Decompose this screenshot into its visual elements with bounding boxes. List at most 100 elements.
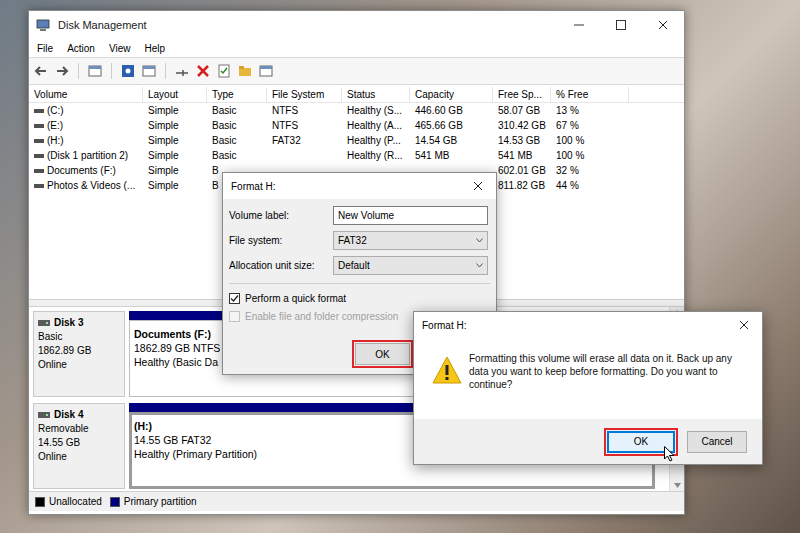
column-header[interactable]: Layout xyxy=(143,87,207,102)
dialog-close-button[interactable] xyxy=(734,315,754,335)
ok-button[interactable]: OK xyxy=(355,343,410,365)
column-header[interactable]: % Free xyxy=(551,87,629,102)
table-cell: (H:) xyxy=(29,133,143,148)
view-icon[interactable] xyxy=(141,63,157,79)
toolbar xyxy=(29,57,684,85)
checkbox xyxy=(229,311,240,322)
menu-item[interactable]: File xyxy=(37,41,53,56)
delete-icon[interactable] xyxy=(195,63,211,79)
dialog-footer: OKCancel xyxy=(414,419,762,464)
disk-icon xyxy=(38,411,50,419)
field-label: Allocation unit size: xyxy=(229,258,333,273)
forward-icon[interactable] xyxy=(54,63,70,79)
chevron-down-icon xyxy=(476,238,483,243)
dropdown[interactable]: Default xyxy=(333,256,488,275)
field-label: Volume label: xyxy=(229,208,333,223)
disk-name: Disk 3 xyxy=(54,316,83,330)
table-cell: NTFS xyxy=(267,118,342,133)
dialog-title-bar: Format H: xyxy=(414,312,762,338)
table-cell: 100 % xyxy=(551,148,629,163)
desktop: Disk Management File Action View Help VolumeL… xyxy=(0,0,800,533)
table-cell: 58.07 GB xyxy=(493,103,551,118)
disk-type: Removable xyxy=(38,422,120,436)
table-cell: 32 % xyxy=(551,163,629,178)
close-button[interactable] xyxy=(642,11,684,39)
menu-item[interactable]: View xyxy=(109,41,131,56)
table-cell: 14.54 GB xyxy=(410,133,493,148)
table-cell: 44 % xyxy=(551,178,629,193)
table-cell: 67 % xyxy=(551,118,629,133)
table-cell: 446.60 GB xyxy=(410,103,493,118)
column-header[interactable]: Capacity xyxy=(410,87,493,102)
legend-swatch xyxy=(35,497,45,507)
folder-icon[interactable] xyxy=(237,63,253,79)
table-cell: Basic xyxy=(207,118,267,133)
disk-size: 1862.89 GB xyxy=(38,344,120,358)
table-cell: (C:) xyxy=(29,103,143,118)
table-cell: 310.42 GB xyxy=(493,118,551,133)
table-row[interactable]: (E:)SimpleBasicNTFSHealthy (A...465.66 G… xyxy=(29,118,684,133)
table-cell: NTFS xyxy=(267,103,342,118)
warning-icon xyxy=(432,356,462,384)
close-window-icon xyxy=(658,20,668,30)
drive-icon xyxy=(34,123,44,129)
column-header[interactable]: Free Sp... xyxy=(493,87,551,102)
table-row[interactable]: (Disk 1 partition 2)SimpleBasicHealthy (… xyxy=(29,148,684,163)
table-cell: Simple xyxy=(143,163,207,178)
checkbox-row[interactable]: Perform a quick format xyxy=(229,290,490,306)
dialog-title-bar: Format H: xyxy=(223,173,496,199)
column-header[interactable]: Type xyxy=(207,87,267,102)
column-header[interactable]: File System xyxy=(267,87,342,102)
disk-label: Disk 3Basic1862.89 GBOnline xyxy=(33,311,125,397)
legend: UnallocatedPrimary partition xyxy=(29,491,684,511)
table-cell: Basic xyxy=(207,148,267,163)
title-bar: Disk Management xyxy=(29,11,684,39)
chevron-down-icon xyxy=(476,263,483,268)
column-header[interactable]: Volume xyxy=(29,87,143,102)
table-row[interactable]: (H:)SimpleBasicFAT32Healthy (P...14.54 G… xyxy=(29,133,684,148)
menu-bar: File Action View Help xyxy=(29,39,684,57)
table-cell: Healthy (P... xyxy=(342,133,410,148)
table-row[interactable]: (C:)SimpleBasicNTFSHealthy (S...446.60 G… xyxy=(29,103,684,118)
close-icon xyxy=(473,181,483,191)
menu-item[interactable]: Help xyxy=(144,41,165,56)
connect-icon[interactable] xyxy=(174,63,190,79)
maximize-button[interactable] xyxy=(600,11,642,39)
column-header[interactable]: Status xyxy=(342,87,410,102)
drive-icon xyxy=(34,168,44,174)
table-cell: FAT32 xyxy=(267,133,342,148)
table-header: VolumeLayoutTypeFile SystemStatusCapacit… xyxy=(29,87,684,103)
table-cell: 100 % xyxy=(551,133,629,148)
menu-item[interactable]: Action xyxy=(67,41,95,56)
properties-icon[interactable] xyxy=(216,63,232,79)
table-cell: Healthy (A... xyxy=(342,118,410,133)
form-row: Volume label:New Volume xyxy=(229,205,490,225)
view-icon[interactable] xyxy=(258,63,274,79)
table-cell: (Disk 1 partition 2) xyxy=(29,148,143,163)
help-icon[interactable] xyxy=(120,63,136,79)
table-cell: Simple xyxy=(143,178,207,193)
app-icon xyxy=(36,18,50,32)
drive-icon xyxy=(34,138,44,144)
dialog-title: Format H: xyxy=(422,318,466,333)
table-cell: Basic xyxy=(207,103,267,118)
legend-swatch xyxy=(110,497,120,507)
dropdown[interactable]: FAT32 xyxy=(333,231,488,250)
form-row: File system:FAT32 xyxy=(229,230,490,250)
dialog-close-button[interactable] xyxy=(468,176,488,196)
text-input[interactable]: New Volume xyxy=(333,206,488,225)
checkbox[interactable] xyxy=(229,293,240,304)
scroll-down-icon[interactable] xyxy=(674,483,681,488)
drive-icon xyxy=(34,108,44,114)
back-icon[interactable] xyxy=(33,63,49,79)
view-icon[interactable] xyxy=(87,63,103,79)
dialog-message: Formatting this volume will erase all da… xyxy=(469,352,741,391)
minimize-button[interactable] xyxy=(558,11,600,39)
dialog-body: Formatting this volume will erase all da… xyxy=(414,338,762,419)
cancel-button[interactable]: Cancel xyxy=(687,431,747,453)
table-cell: Simple xyxy=(143,133,207,148)
disk-icon xyxy=(38,319,50,327)
cursor-icon xyxy=(664,446,675,462)
table-cell: 541 MB xyxy=(493,148,551,163)
drive-icon xyxy=(34,153,44,159)
